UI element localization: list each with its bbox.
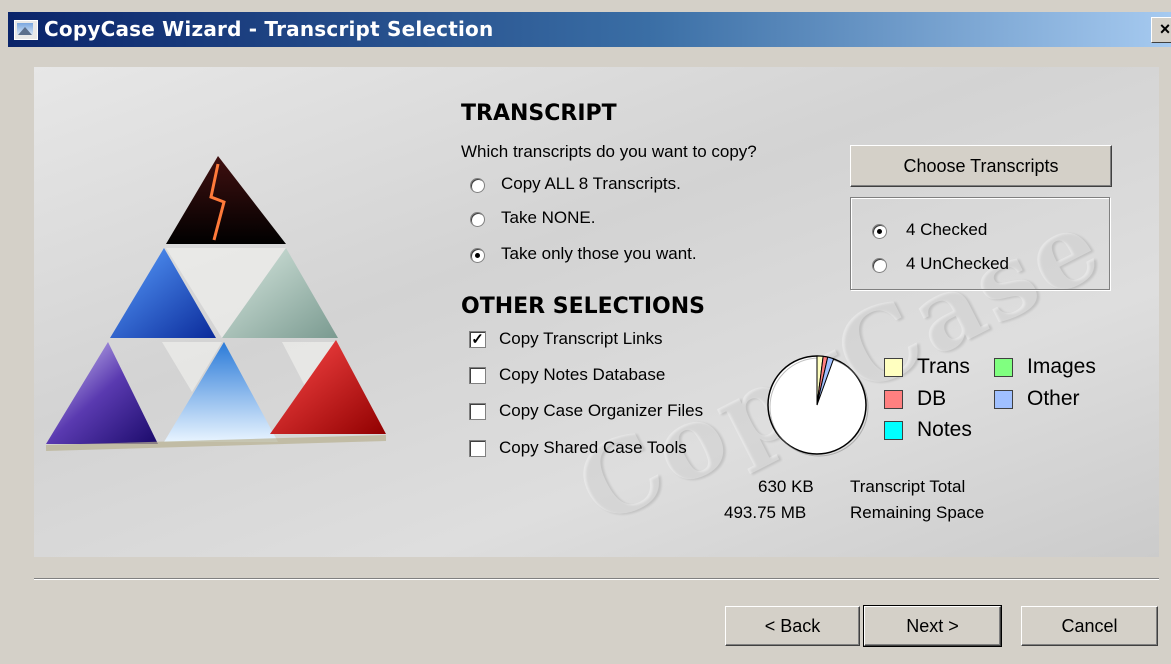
checkbox-shared-case-tools-label[interactable]: Copy Shared Case Tools (499, 438, 687, 458)
radio-take-selected-label[interactable]: Take only those you want. (501, 244, 697, 264)
radio-copy-all[interactable] (470, 178, 485, 193)
radio-checked[interactable] (872, 224, 887, 239)
legend-swatch-other (994, 390, 1013, 409)
legend-swatch-images (994, 358, 1013, 377)
disk-usage-pie-chart (767, 355, 869, 457)
transcript-heading: TRANSCRIPT (461, 101, 617, 126)
legend-swatch-db (884, 390, 903, 409)
back-button[interactable]: < Back (725, 606, 860, 646)
close-button[interactable]: × (1151, 17, 1171, 43)
checkbox-notes-database-label[interactable]: Copy Notes Database (499, 365, 665, 385)
legend-label-trans: Trans (917, 355, 970, 378)
radio-take-selected[interactable] (470, 248, 485, 263)
radio-unchecked-label[interactable]: 4 UnChecked (906, 254, 1009, 274)
legend-label-notes: Notes (917, 418, 972, 441)
transcript-total-label: Transcript Total (850, 477, 966, 496)
legend-label-images: Images (1027, 355, 1096, 378)
checkbox-notes-database[interactable] (469, 367, 486, 384)
title-bar: CopyCase Wizard - Transcript Selection × (8, 12, 1171, 47)
legend-swatch-trans (884, 358, 903, 377)
remaining-space-value: 493.75 MB (724, 503, 807, 522)
legend-swatch-notes (884, 421, 903, 440)
radio-checked-label[interactable]: 4 Checked (906, 220, 987, 240)
legend-label-db: DB (917, 387, 947, 410)
transcript-total-value: 630 KB (758, 477, 814, 496)
other-selections-heading: OTHER SELECTIONS (461, 294, 705, 319)
radio-copy-all-label[interactable]: Copy ALL 8 Transcripts. (501, 174, 681, 194)
checkbox-transcript-links-label[interactable]: Copy Transcript Links (499, 329, 662, 349)
checkbox-case-organizer-label[interactable]: Copy Case Organizer Files (499, 401, 703, 421)
checkbox-case-organizer[interactable] (469, 403, 486, 420)
choose-transcripts-button[interactable]: Choose Transcripts (850, 145, 1112, 187)
next-button[interactable]: Next > (863, 605, 1002, 647)
footer-separator (34, 578, 1159, 580)
transcript-question: Which transcripts do you want to copy? (461, 142, 757, 161)
checkbox-shared-case-tools[interactable] (469, 440, 486, 457)
radio-take-none[interactable] (470, 212, 485, 227)
checked-filter-group (850, 197, 1110, 290)
checkbox-transcript-links[interactable]: ✓ (469, 331, 486, 348)
logo-triangles-image (46, 156, 386, 451)
cancel-button[interactable]: Cancel (1021, 606, 1158, 646)
window-title: CopyCase Wizard - Transcript Selection (44, 17, 494, 41)
app-icon (14, 20, 38, 40)
remaining-space-label: Remaining Space (850, 503, 985, 522)
radio-take-none-label[interactable]: Take NONE. (501, 208, 595, 228)
wizard-panel: CopyCase TRANSCRIPT Which transcripts do… (34, 67, 1159, 557)
radio-unchecked[interactable] (872, 258, 887, 273)
legend-label-other: Other (1027, 387, 1080, 410)
